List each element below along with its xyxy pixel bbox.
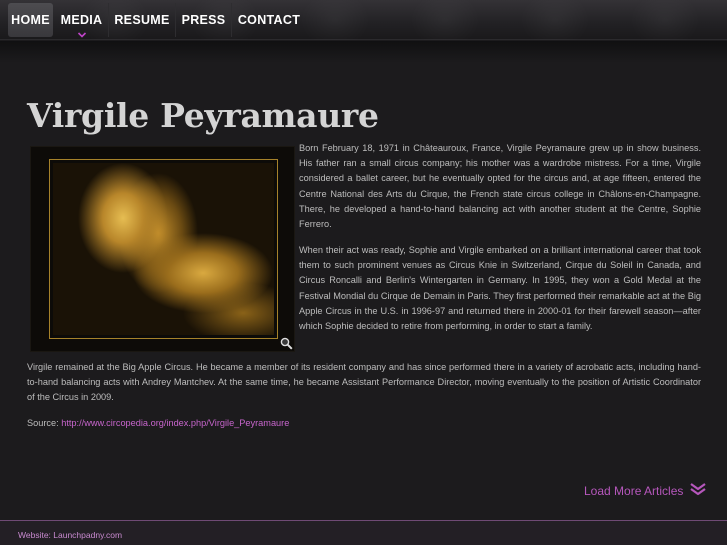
- source-label: Source:: [27, 418, 62, 428]
- nav-shadow: [0, 41, 727, 63]
- double-chevron-down-icon: [689, 482, 707, 499]
- footer-website-link[interactable]: Website: Launchpadny.com: [18, 530, 122, 540]
- main-nav: HOME MEDIA RESUME PRESS CONTACT: [0, 0, 727, 40]
- nav-item-press[interactable]: PRESS: [176, 3, 232, 37]
- load-more-label: Load More Articles: [584, 483, 684, 498]
- article-paragraph: When their act was ready, Sophie and Vir…: [299, 245, 701, 332]
- article-source: Source: http://www.circopedia.org/index.…: [27, 418, 289, 428]
- nav-item-label: MEDIA: [60, 13, 103, 27]
- nav-item-label: CONTACT: [237, 13, 301, 27]
- article-paragraph: Virgile remained at the Big Apple Circus…: [27, 362, 701, 403]
- zoom-icon[interactable]: [280, 337, 293, 350]
- photo-gold-border: [49, 159, 278, 339]
- article-title: Virgile Peyramaure: [27, 96, 379, 135]
- nav-item-label: RESUME: [114, 13, 170, 27]
- footer: Website: Launchpadny.com: [0, 520, 727, 545]
- article-paragraph: Born February 18, 1971 in Châteauroux, F…: [299, 143, 701, 230]
- load-more-button[interactable]: Load More Articles: [584, 482, 707, 499]
- nav-item-resume[interactable]: RESUME: [109, 3, 176, 37]
- nav-item-label: HOME: [11, 13, 50, 27]
- article-photo[interactable]: [30, 146, 295, 352]
- chevron-down-icon: [77, 31, 86, 40]
- nav-item-home[interactable]: HOME: [8, 3, 53, 37]
- nav-item-media[interactable]: MEDIA: [55, 3, 109, 40]
- nav-item-contact[interactable]: CONTACT: [232, 3, 306, 37]
- performer-photo: [53, 163, 274, 335]
- nav-item-label: PRESS: [181, 13, 226, 27]
- source-link[interactable]: http://www.circopedia.org/index.php/Virg…: [61, 418, 289, 428]
